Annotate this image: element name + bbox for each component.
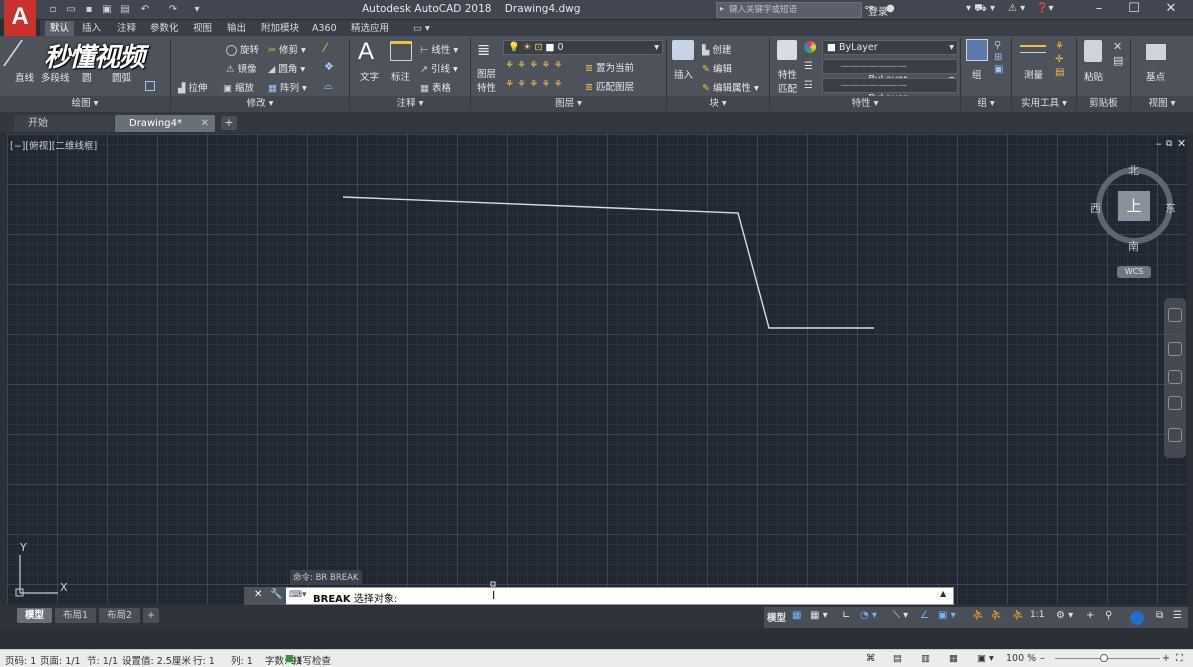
command-history: 命令: BR BREAK xyxy=(290,570,362,584)
close-command-icon[interactable]: ✕ xyxy=(254,589,262,600)
polar-icon[interactable]: ◔ ▾ xyxy=(860,610,877,621)
isolate-objects-icon[interactable] xyxy=(1130,611,1144,625)
ucs-icon xyxy=(15,555,58,597)
command-prompt: BREAK 选择对象: xyxy=(313,590,397,605)
pan-icon[interactable] xyxy=(1168,342,1182,356)
command-prompt-text: 选择对象: xyxy=(353,594,398,605)
fullscreen-icon[interactable]: ⧉ xyxy=(1156,610,1163,621)
focus-mode-icon[interactable]: ⌘ xyxy=(866,653,876,664)
units-icon[interactable]: ⚲ xyxy=(1105,610,1112,621)
page-view-icon[interactable]: ▤ xyxy=(893,653,902,664)
command-line-tools: ✕ 🔧 xyxy=(244,587,286,605)
pickbox xyxy=(490,581,496,587)
workspace-gear-icon[interactable]: ⚙ ▾ xyxy=(1056,610,1073,621)
zoom-slider-thumb[interactable] xyxy=(1100,654,1108,662)
fit-window-icon[interactable]: ⛶ xyxy=(1176,653,1183,664)
setting-value: 设置值: 2.5厘米 xyxy=(122,656,191,667)
web-layout-icon[interactable]: ▥ xyxy=(921,653,930,664)
viewcube-top-face[interactable]: 上 xyxy=(1118,191,1150,221)
command-history-toggle-icon[interactable]: ▲ xyxy=(940,589,946,598)
orbit-icon[interactable] xyxy=(1168,396,1182,410)
snap-icon[interactable]: ▦ ▾ xyxy=(810,610,828,621)
customize-menu-icon[interactable]: ☰ xyxy=(1173,610,1182,621)
draft-view-icon[interactable]: ▣ ▾ xyxy=(977,653,994,664)
annotation-scale-value[interactable]: 1:1 xyxy=(1030,610,1044,620)
wcs-menu[interactable]: WCS xyxy=(1117,266,1151,278)
annotation-visibility-icon[interactable]: ⛹ xyxy=(972,610,984,621)
add-layout-button[interactable]: + xyxy=(143,608,159,623)
compass-east[interactable]: 东 xyxy=(1165,200,1176,216)
grid-icon[interactable]: ▦ xyxy=(792,610,801,621)
drawn-polyline xyxy=(342,196,874,329)
outline-view-icon[interactable]: ▦ xyxy=(949,653,958,664)
steering-wheel-icon[interactable] xyxy=(1168,308,1182,322)
layout-tab-1[interactable]: 布局1 xyxy=(55,608,97,623)
zoom-icon[interactable] xyxy=(1168,370,1182,384)
compass-south[interactable]: 南 xyxy=(1128,238,1139,254)
annotation-scale-icon[interactable]: ⛹ xyxy=(1012,610,1024,621)
drawing-geometry xyxy=(15,196,874,597)
command-prompt-icon[interactable]: ⌨▾ xyxy=(289,590,307,600)
compass-west[interactable]: 西 xyxy=(1090,200,1101,216)
command-name: BREAK xyxy=(313,594,351,605)
autoscale-icon[interactable]: ⛹ xyxy=(990,610,1002,621)
page-count: 页面: 1/1 xyxy=(40,656,81,667)
osnap-icon[interactable]: ∠ xyxy=(920,610,929,621)
annotation-monitor-icon[interactable]: + xyxy=(1086,610,1094,621)
layout-tab-model[interactable]: 模型 xyxy=(17,608,53,623)
isometric-icon[interactable]: ⟍ ▾ xyxy=(893,610,908,621)
model-space-button[interactable]: 模型 xyxy=(767,610,786,624)
text-cursor-icon: I xyxy=(492,589,496,602)
ortho-icon[interactable]: ∟ xyxy=(842,610,850,621)
customize-wrench-icon[interactable]: 🔧 xyxy=(270,589,282,600)
showmotion-icon[interactable] xyxy=(1168,428,1182,442)
zoom-out-icon[interactable]: – xyxy=(1040,653,1045,664)
ucs-x-label: X xyxy=(60,581,68,594)
zoom-in-icon[interactable]: + xyxy=(1162,653,1170,664)
page-number: 页码: 1 xyxy=(5,656,37,667)
zoom-level[interactable]: 100 % xyxy=(1006,653,1036,664)
section-count: 节: 1/1 xyxy=(87,656,119,667)
ucs-y-label: Y xyxy=(20,541,27,554)
column-number: 列: 1 xyxy=(231,656,253,667)
otrack-icon[interactable]: ▣ ▾ xyxy=(938,610,956,621)
host-status-bar: 页码: 1 页面: 1/1 节: 1/1 设置值: 2.5厘米 行: 1 列: … xyxy=(0,649,1193,667)
spellcheck-label[interactable]: 拼写检查 xyxy=(293,653,331,667)
compass-north[interactable]: 北 xyxy=(1128,162,1139,178)
layout-tab-2[interactable]: 布局2 xyxy=(99,608,141,623)
row-number: 行: 1 xyxy=(193,656,215,667)
